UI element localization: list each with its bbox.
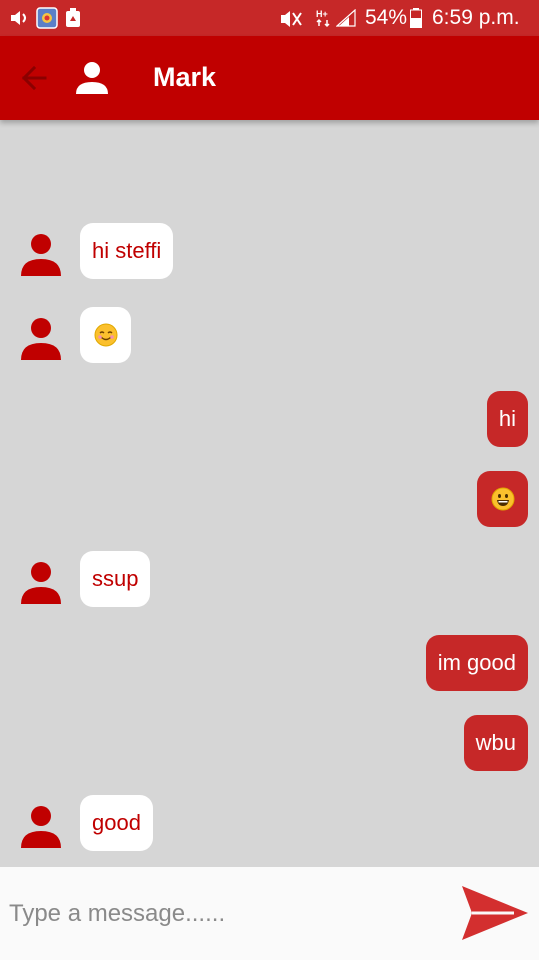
message-bubble-outgoing[interactable]: hi [486, 391, 528, 447]
svg-text:H+: H+ [316, 9, 328, 19]
app-bar: Mark [0, 36, 539, 120]
person-icon [21, 562, 61, 604]
app-notification-icon [36, 7, 58, 29]
status-bar: H+ 54% 6:59 p.m. [0, 0, 539, 36]
grinning-face-emoji-icon [491, 487, 514, 511]
back-button[interactable] [14, 58, 54, 98]
battery-icon [410, 8, 422, 28]
person-icon [21, 234, 61, 276]
signal-icon [336, 9, 356, 27]
mute-icon [281, 11, 302, 27]
message-text: good [92, 810, 141, 835]
message-list[interactable]: hi steffi hi ssup im good wbu good [0, 120, 539, 867]
person-icon [21, 318, 61, 360]
message-bubble-incoming[interactable] [80, 307, 131, 363]
chat-title: Mark [153, 62, 217, 92]
message-bubble-outgoing[interactable] [477, 471, 528, 527]
message-text: hi [498, 406, 516, 431]
send-button[interactable] [458, 881, 532, 945]
message-text: hi steffi [92, 238, 162, 263]
contact-avatar[interactable] [72, 58, 112, 98]
clock: 6:59 p.m. [432, 6, 520, 29]
message-text: im good [437, 650, 516, 675]
message-bubble-outgoing[interactable]: im good [425, 635, 528, 691]
composer-bar [0, 867, 539, 960]
network-type-icon: H+ [316, 9, 330, 28]
person-icon [21, 806, 61, 848]
send-icon [462, 886, 528, 940]
arrow-left-icon [21, 65, 47, 91]
message-text: wbu [475, 730, 516, 755]
person-icon [76, 62, 108, 94]
smiling-face-emoji-icon [94, 323, 117, 347]
recycle-notification-icon [66, 8, 80, 27]
volume-icon [11, 11, 26, 25]
message-bubble-incoming[interactable]: hi steffi [80, 223, 174, 279]
message-bubble-outgoing[interactable]: wbu [463, 715, 528, 771]
message-input[interactable] [0, 867, 450, 960]
message-bubble-incoming[interactable]: good [80, 795, 153, 851]
message-text: ssup [92, 566, 139, 591]
battery-percent: 54% [365, 6, 408, 29]
message-bubble-incoming[interactable]: ssup [80, 551, 151, 607]
